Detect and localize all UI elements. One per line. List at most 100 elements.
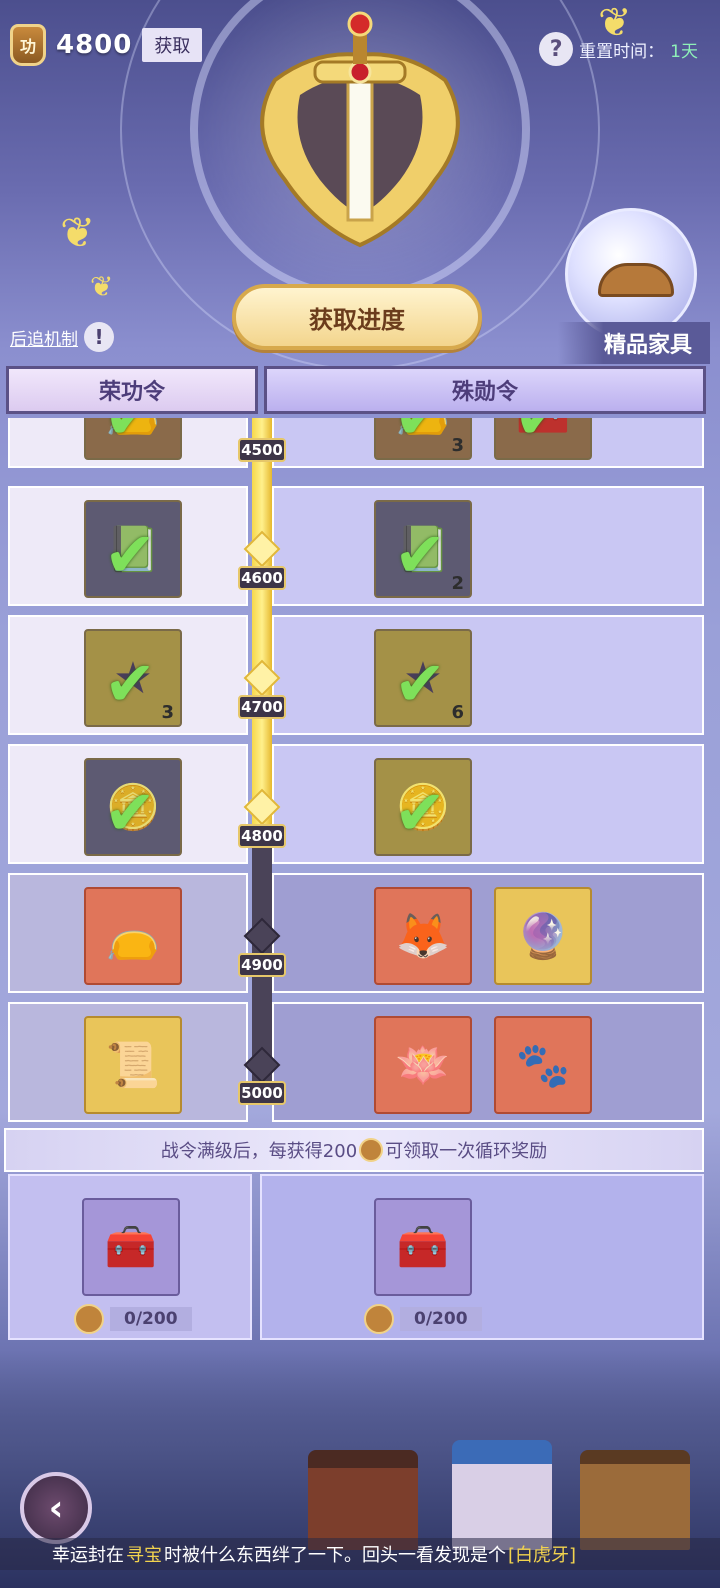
item-count: 6: [451, 702, 464, 723]
reward-item[interactable]: 🧰 ✔: [494, 418, 592, 460]
reward-item[interactable]: 🪷: [374, 1016, 472, 1114]
reward-list[interactable]: 👝 ✔ 👝 ✔ 3 🧰 ✔ 📗 ✔ 📗 ✔: [8, 418, 704, 1124]
catchup-mechanism[interactable]: 后追机制 !: [10, 322, 114, 352]
gong-coin-icon: [359, 1138, 384, 1162]
pagoda-icon[interactable]: [452, 1440, 552, 1550]
reward-row: 👝 🦊 🔮: [8, 873, 704, 993]
loop-free-cell: 🧰 0/200: [8, 1174, 252, 1340]
loop-progress-value: 0/200: [110, 1307, 192, 1331]
level-marker: 4600: [238, 566, 286, 590]
back-button[interactable]: ‹: [20, 1472, 92, 1544]
feather-decor-icon: ❦: [598, 0, 632, 46]
reward-item[interactable]: 🪙 ✔: [84, 758, 182, 856]
fox-orb-icon: 🦊: [395, 911, 451, 962]
progress-track-filled: [252, 418, 272, 836]
feather-decor-icon: ❦: [60, 208, 96, 257]
reward-row: ★ ✔ 3 ★ ✔ 6: [8, 615, 704, 735]
market-stall-icon[interactable]: [580, 1450, 690, 1550]
loop-reward-banner: 战令满级后，每获得200 可领取一次循环奖励: [4, 1128, 704, 1172]
treasure-chest-icon[interactable]: 🧰: [82, 1198, 180, 1296]
reward-item[interactable]: 📗 ✔ 2: [374, 500, 472, 598]
reward-item[interactable]: ★ ✔ 6: [374, 629, 472, 727]
currency-bar: 功 4800 获取: [10, 24, 203, 66]
progress-button[interactable]: 获取进度: [232, 284, 482, 350]
pouch-icon: 👝: [105, 911, 161, 962]
loop-progress: 0/200: [74, 1304, 192, 1334]
reward-item[interactable]: 👝: [84, 887, 182, 985]
loop-banner-text: 战令满级后，每获得200: [160, 1141, 358, 1162]
ticker-text: 幸运封在: [52, 1545, 124, 1566]
catchup-link[interactable]: 后追机制: [10, 325, 78, 350]
ticker-text: 时被什么东西绊了一下。回头一看发现是个: [164, 1545, 506, 1566]
reward-item[interactable]: 👝 ✔: [84, 418, 182, 460]
scroll-icon: 📜: [105, 1040, 161, 1091]
item-count: 2: [451, 573, 464, 594]
item-count: 3: [161, 702, 174, 723]
treasure-chest-icon[interactable]: 🧰: [374, 1198, 472, 1296]
claimed-check-icon: ✔: [394, 518, 446, 591]
reward-item[interactable]: 🔮: [494, 887, 592, 985]
loop-premium-cell: 🧰 0/200: [260, 1174, 704, 1340]
premium-reward-cell: 🪙 ✔: [272, 744, 704, 864]
gong-medal-icon: 功: [10, 24, 46, 66]
claimed-check-icon: ✔: [394, 647, 446, 720]
ticker-keyword: [白虎牙]: [508, 1545, 577, 1566]
claimed-check-icon: ✔: [394, 776, 446, 849]
claimed-check-icon: ✔: [394, 418, 446, 453]
loop-banner-text: 可领取一次循环奖励: [385, 1141, 548, 1162]
premium-reward-cell: 📗 ✔ 2: [272, 486, 704, 606]
crystal-ball-icon: 🔮: [515, 911, 571, 962]
loop-progress-value: 0/200: [400, 1307, 482, 1331]
claimed-check-icon: ✔: [104, 518, 156, 591]
reward-item[interactable]: 🪙 ✔: [374, 758, 472, 856]
reward-row: 📜 🪷 🐾: [8, 1002, 704, 1122]
gong-coin-icon: [74, 1304, 104, 1334]
claimed-check-icon: ✔: [514, 418, 566, 453]
help-icon[interactable]: ?: [539, 32, 574, 66]
claimed-check-icon: ✔: [104, 647, 156, 720]
free-reward-cell: 👝: [8, 873, 248, 993]
get-points-button[interactable]: 获取: [142, 28, 203, 62]
news-ticker: 幸运封在 寻宝 时被什么东西绊了一下。回头一看发现是个 [白虎牙]: [0, 1538, 720, 1570]
reward-item[interactable]: 📜: [84, 1016, 182, 1114]
premium-furniture-label[interactable]: 精品家具: [558, 322, 710, 364]
reward-row: 🪙 ✔ 🪙 ✔: [8, 744, 704, 864]
reward-row: 📗 ✔ 📗 ✔ 2: [8, 486, 704, 606]
reward-item[interactable]: 🐾: [494, 1016, 592, 1114]
furniture-orb[interactable]: [565, 208, 697, 340]
sword-emblem-icon: [260, 11, 460, 248]
fortune-house-icon[interactable]: [308, 1450, 418, 1550]
level-marker: 4500: [238, 438, 286, 462]
free-reward-cell: ★ ✔ 3: [8, 615, 248, 735]
tab-premium-track[interactable]: 殊勋令: [264, 366, 706, 414]
claimed-check-icon: ✔: [104, 776, 156, 849]
score-value: 4800: [56, 30, 133, 60]
lotus-pendant-icon: 🪷: [395, 1040, 451, 1091]
level-marker: 5000: [238, 1081, 286, 1105]
ticker-keyword: 寻宝: [126, 1545, 162, 1566]
tab-free-track[interactable]: 荣功令: [6, 366, 258, 414]
claimed-check-icon: ✔: [104, 418, 156, 453]
free-reward-cell: 👝 ✔: [8, 418, 248, 468]
free-reward-cell: 📗 ✔: [8, 486, 248, 606]
level-marker: 4900: [238, 953, 286, 977]
reward-item[interactable]: ★ ✔ 3: [84, 629, 182, 727]
premium-reward-cell: 🦊 🔮: [272, 873, 704, 993]
premium-reward-cell: ★ ✔ 6: [272, 615, 704, 735]
level-marker: 4800: [238, 824, 286, 848]
bridge-furniture-icon: [598, 263, 674, 297]
free-reward-cell: 📜: [8, 1002, 248, 1122]
gong-coin-icon: [364, 1304, 394, 1334]
reset-value: 1天: [670, 41, 698, 62]
reward-item[interactable]: 👝 ✔ 3: [374, 418, 472, 460]
feather-decor-icon: ❦: [90, 270, 114, 303]
info-icon[interactable]: !: [84, 322, 114, 352]
premium-reward-cell: 🪷 🐾: [272, 1002, 704, 1122]
loop-progress: 0/200: [364, 1304, 482, 1334]
free-reward-cell: 🪙 ✔: [8, 744, 248, 864]
item-count: 3: [451, 435, 464, 456]
premium-reward-cell: 👝 ✔ 3 🧰 ✔: [272, 418, 704, 468]
reward-item[interactable]: 🦊: [374, 887, 472, 985]
reward-row: 👝 ✔ 👝 ✔ 3 🧰 ✔: [8, 418, 704, 468]
reward-item[interactable]: 📗 ✔: [84, 500, 182, 598]
